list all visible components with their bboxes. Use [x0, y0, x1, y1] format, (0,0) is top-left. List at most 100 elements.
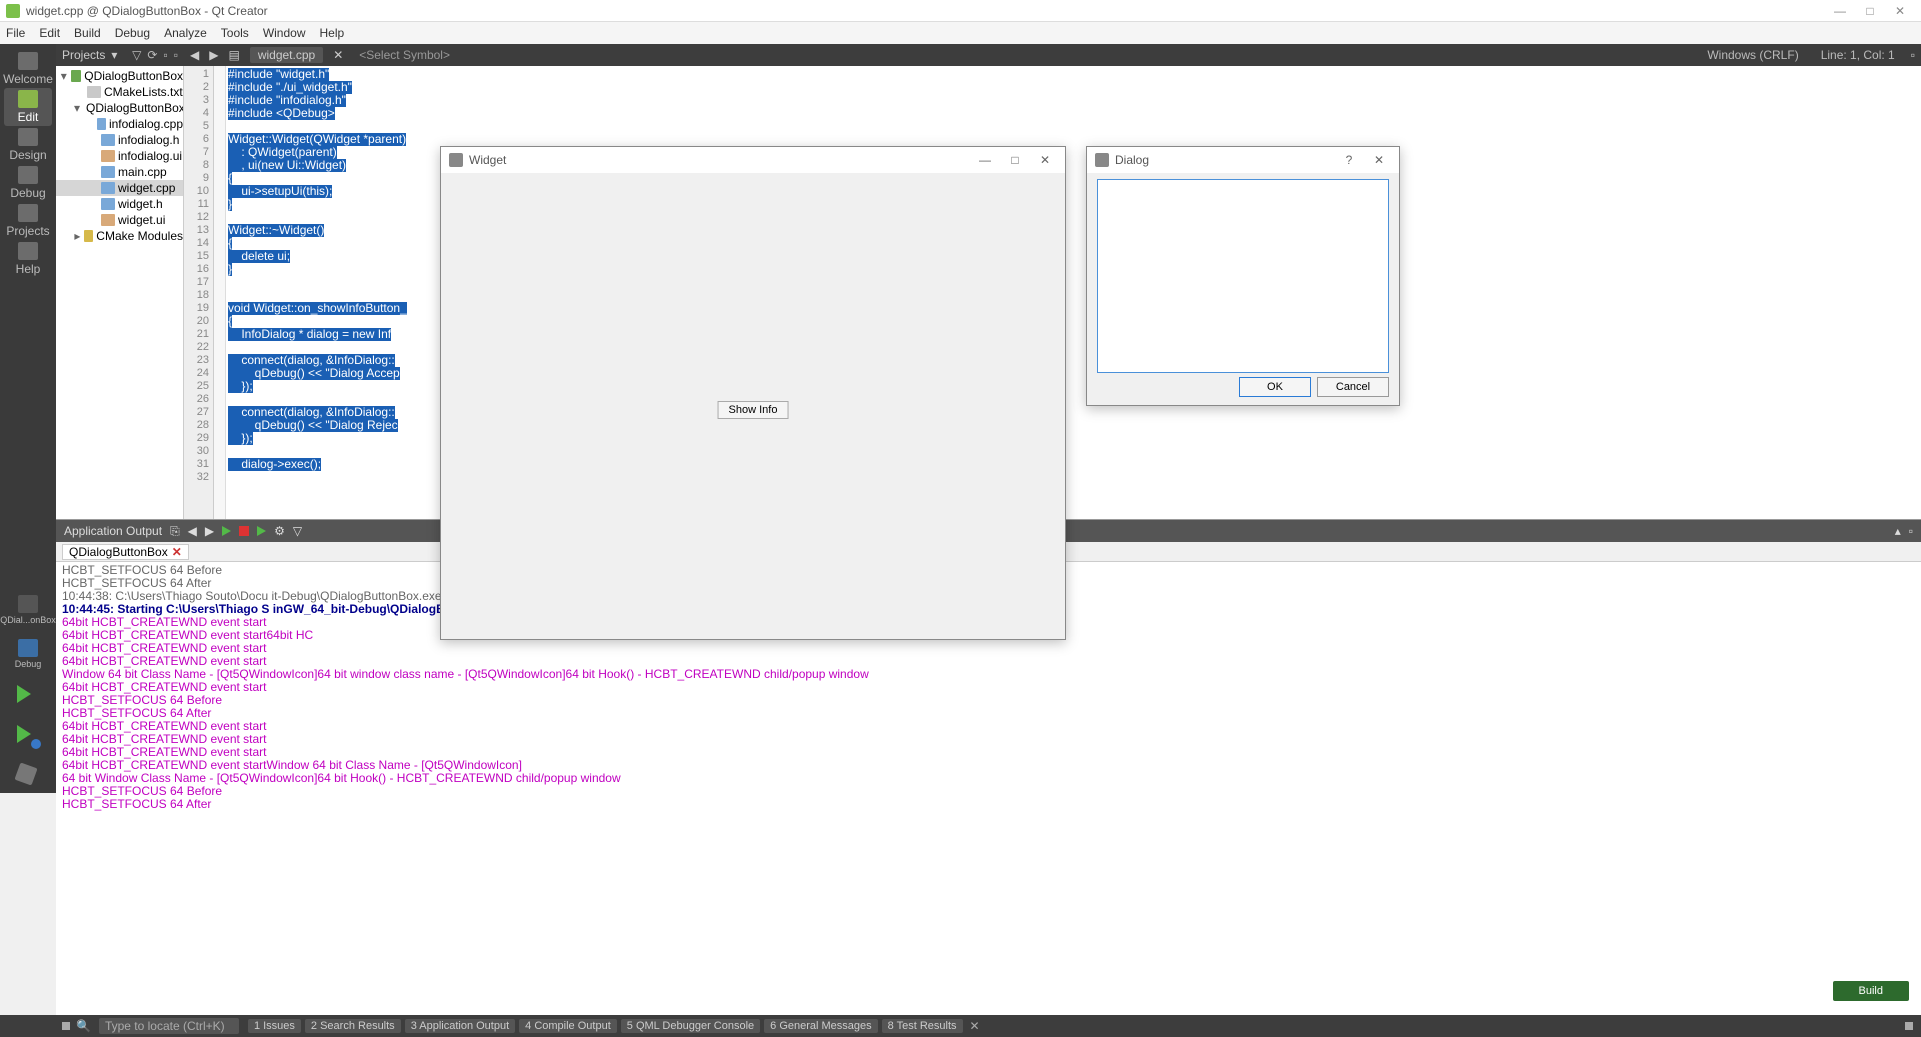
split-icon[interactable]: ▫	[163, 48, 167, 62]
output-line: 64bit HCBT_CREATEWND event start	[62, 642, 1915, 655]
menu-edit[interactable]: Edit	[39, 26, 60, 40]
expand-arrow-icon[interactable]: ▸	[74, 229, 81, 243]
mode-design[interactable]: Design	[4, 126, 52, 164]
widget-titlebar[interactable]: Widget — □ ✕	[441, 147, 1065, 173]
window-maximize-button[interactable]: □	[1855, 4, 1885, 18]
menu-file[interactable]: File	[6, 26, 25, 40]
show-info-button[interactable]: Show Info	[718, 401, 789, 419]
close-pane-icon[interactable]: ▫	[174, 48, 178, 62]
tree-node[interactable]: widget.ui	[56, 212, 183, 228]
editor-toolbar: ◀ ▶ ▤ widget.cpp ✕ <Select Symbol> Windo…	[184, 44, 1921, 66]
tree-node-label: infodialog.cpp	[109, 117, 183, 131]
output-up-icon[interactable]: ▴	[1895, 524, 1901, 538]
tree-node[interactable]: widget.cpp	[56, 180, 183, 196]
tree-node[interactable]: widget.h	[56, 196, 183, 212]
status-tab[interactable]: 2 Search Results	[305, 1019, 401, 1033]
dialog-close-button[interactable]: ✕	[1367, 153, 1391, 167]
tree-node[interactable]: ▾QDialogButtonBox	[56, 100, 183, 116]
status-tab[interactable]: 4 Compile Output	[519, 1019, 617, 1033]
project-toolbar-title[interactable]: Projects	[62, 48, 105, 62]
symbol-selector[interactable]: <Select Symbol>	[353, 48, 456, 62]
project-dropdown-icon[interactable]: ▾	[111, 48, 117, 62]
dialog-ok-button[interactable]: OK	[1239, 377, 1311, 397]
expand-arrow-icon[interactable]: ▾	[74, 101, 80, 115]
status-close-icon[interactable]: ✕	[970, 1019, 980, 1033]
output-filter-icon[interactable]: ▽	[293, 524, 302, 538]
status-tab[interactable]: 5 QML Debugger Console	[621, 1019, 760, 1033]
locator-input[interactable]: Type to locate (Ctrl+K)	[99, 1018, 239, 1034]
widget-window[interactable]: Widget — □ ✕ Show Info	[440, 146, 1066, 640]
status-tab[interactable]: 6 General Messages	[764, 1019, 878, 1033]
file-icon	[97, 118, 106, 130]
output-attach-icon[interactable]: ⎘	[170, 524, 180, 539]
nav-back-button[interactable]: ◀	[190, 48, 199, 62]
output-line: 64bit HCBT_CREATEWND event start	[62, 681, 1915, 694]
run-button[interactable]	[17, 685, 39, 707]
split-editor-icon[interactable]: ▫	[1911, 48, 1915, 62]
file-icon	[101, 182, 115, 194]
output-rerun-icon[interactable]	[222, 526, 231, 536]
file-icon	[101, 166, 115, 178]
menu-help[interactable]: Help	[320, 26, 345, 40]
output-close-icon[interactable]: ▫	[1909, 524, 1913, 538]
output-line: HCBT_SETFOCUS 64 After	[62, 707, 1915, 720]
dialog-text-input[interactable]	[1097, 179, 1389, 373]
tree-node[interactable]: infodialog.h	[56, 132, 183, 148]
mode-projects[interactable]: Projects	[4, 202, 52, 240]
kit-selector[interactable]: QDial...onBox	[4, 591, 52, 629]
tree-node[interactable]: main.cpp	[56, 164, 183, 180]
status-tab[interactable]: 3 Application Output	[405, 1019, 515, 1033]
menu-window[interactable]: Window	[263, 26, 306, 40]
tree-node-label: widget.h	[118, 197, 163, 211]
output-settings-icon[interactable]: ⚙	[274, 524, 285, 538]
output-run-icon[interactable]	[257, 526, 266, 536]
widget-minimize-button[interactable]: —	[973, 153, 997, 167]
output-next-icon[interactable]: ▶	[205, 524, 214, 538]
current-file-tab[interactable]: widget.cpp	[250, 47, 323, 63]
close-run-tab-icon[interactable]: ✕	[172, 545, 182, 559]
output-prev-icon[interactable]: ◀	[188, 524, 197, 538]
close-file-button[interactable]: ✕	[333, 48, 343, 62]
dialog-window[interactable]: Dialog ? ✕ OK Cancel	[1086, 146, 1400, 406]
output-title: Application Output	[64, 524, 162, 538]
tree-node[interactable]: ▾QDialogButtonBox	[56, 68, 183, 84]
sync-icon[interactable]: ⟳	[147, 48, 157, 62]
mode-welcome[interactable]: Welcome	[4, 50, 52, 88]
status-tab[interactable]: 8 Test Results	[882, 1019, 963, 1033]
menu-analyze[interactable]: Analyze	[164, 26, 207, 40]
tree-node[interactable]: ▸CMake Modules	[56, 228, 183, 244]
kit-config[interactable]: Debug	[4, 635, 52, 673]
mode-edit[interactable]: Edit	[4, 88, 52, 126]
window-close-button[interactable]: ✕	[1885, 4, 1915, 18]
mode-help[interactable]: Help	[4, 240, 52, 278]
mode-debug[interactable]: Debug	[4, 164, 52, 202]
menu-build[interactable]: Build	[74, 26, 101, 40]
status-tab[interactable]: 1 Issues	[248, 1019, 301, 1033]
tree-node[interactable]: CMakeLists.txt	[56, 84, 183, 100]
tree-node[interactable]: infodialog.ui	[56, 148, 183, 164]
filter-icon[interactable]: ▽	[132, 48, 141, 62]
sidebar-toggle-icon[interactable]	[62, 1022, 70, 1030]
dialog-cancel-button[interactable]: Cancel	[1317, 377, 1389, 397]
cursor-position: Line: 1, Col: 1	[1815, 48, 1901, 62]
output-stop-icon[interactable]	[239, 526, 249, 536]
tree-node-label: main.cpp	[118, 165, 167, 179]
widget-maximize-button[interactable]: □	[1003, 153, 1027, 167]
window-minimize-button[interactable]: —	[1825, 4, 1855, 18]
dialog-help-button[interactable]: ?	[1337, 153, 1361, 167]
tree-node-label: infodialog.h	[118, 133, 179, 147]
line-ending-selector[interactable]: Windows (CRLF)	[1701, 48, 1804, 62]
widget-close-button[interactable]: ✕	[1033, 153, 1057, 167]
tree-node[interactable]: infodialog.cpp	[56, 116, 183, 132]
menu-tools[interactable]: Tools	[221, 26, 249, 40]
file-icon	[101, 198, 115, 210]
build-popup-button[interactable]: Build	[1833, 981, 1909, 1001]
dialog-titlebar[interactable]: Dialog ? ✕	[1087, 147, 1399, 173]
expand-arrow-icon[interactable]: ▾	[60, 69, 68, 83]
nav-forward-button[interactable]: ▶	[209, 48, 218, 62]
build-hammer-button[interactable]	[17, 765, 39, 787]
progress-toggle-icon[interactable]	[1905, 1022, 1913, 1030]
run-debug-button[interactable]	[17, 725, 39, 747]
menu-debug[interactable]: Debug	[115, 26, 150, 40]
output-run-tab[interactable]: QDialogButtonBox ✕	[62, 544, 189, 560]
